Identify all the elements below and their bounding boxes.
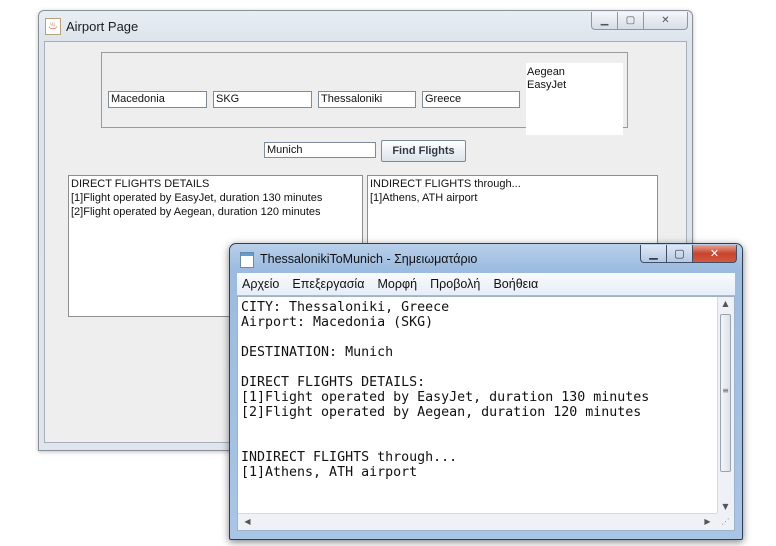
destination-input[interactable]: Munich: [264, 142, 376, 158]
close-button[interactable]: ✕: [644, 12, 688, 30]
menu-view[interactable]: Προβολή: [430, 273, 480, 295]
minimize-icon: ▁: [600, 15, 609, 26]
notepad-minimize-button[interactable]: ▁: [640, 245, 667, 263]
airport-name-field[interactable]: Macedonia: [108, 91, 207, 108]
menu-help[interactable]: Βοήθεια: [493, 273, 538, 295]
notepad-window-title: ThessalonikiToMunich - Σημειωματάριο: [260, 252, 478, 266]
notepad-close-button[interactable]: ✕: [693, 245, 737, 263]
scroll-right-icon[interactable]: ▶: [700, 517, 715, 526]
close-icon: ✕: [709, 247, 720, 260]
airport-window-title: Airport Page: [66, 19, 139, 34]
close-icon: ✕: [661, 15, 670, 26]
resize-grip-icon[interactable]: ⋰: [717, 513, 734, 530]
maximize-button[interactable]: ▢: [618, 12, 644, 30]
menu-format[interactable]: Μορφή: [378, 273, 418, 295]
airline-item[interactable]: Aegean: [527, 66, 623, 79]
java-cup-icon: ♨: [45, 18, 61, 35]
airline-item[interactable]: EasyJet: [527, 79, 623, 92]
notepad-window: ThessalonikiToMunich - Σημειωματάριο ▁ ▢…: [229, 243, 743, 540]
airport-title-bar[interactable]: ♨ Airport Page ▁ ▢ ✕: [39, 11, 692, 41]
notepad-editor[interactable]: CITY: Thessaloniki, Greece Airport: Mace…: [237, 296, 735, 531]
scroll-down-icon[interactable]: ▼: [718, 502, 733, 511]
vertical-scroll-thumb[interactable]: ≡: [720, 314, 731, 472]
notepad-icon: [240, 252, 254, 268]
scroll-left-icon[interactable]: ◀: [240, 517, 255, 526]
find-flights-button[interactable]: Find Flights: [381, 140, 466, 162]
airport-code-field[interactable]: SKG: [213, 91, 312, 108]
city-field[interactable]: Thessaloniki: [318, 91, 416, 108]
notepad-menu-bar: Αρχείο Επεξεργασία Μορφή Προβολή Βοήθεια: [237, 273, 735, 295]
scroll-up-icon[interactable]: ▲: [718, 299, 733, 308]
minimize-icon: ▁: [649, 247, 658, 260]
grip-lines-icon: ≡: [722, 386, 729, 395]
airlines-list[interactable]: Aegean EasyJet: [526, 63, 623, 135]
notepad-maximize-button[interactable]: ▢: [667, 245, 693, 263]
maximize-icon: ▢: [674, 247, 685, 260]
country-field[interactable]: Greece: [422, 91, 520, 108]
menu-file[interactable]: Αρχείο: [242, 273, 279, 295]
minimize-button[interactable]: ▁: [591, 12, 618, 30]
notepad-content[interactable]: CITY: Thessaloniki, Greece Airport: Mace…: [241, 300, 711, 512]
notepad-title-bar[interactable]: ThessalonikiToMunich - Σημειωματάριο ▁ ▢…: [230, 244, 742, 272]
maximize-icon: ▢: [625, 15, 636, 26]
vertical-scrollbar[interactable]: ▲ ≡ ▼: [717, 297, 734, 514]
horizontal-scrollbar[interactable]: ◀ ▶: [238, 513, 717, 530]
airport-info-panel: Macedonia SKG Thessaloniki Greece Aegean…: [101, 52, 628, 135]
menu-edit[interactable]: Επεξεργασία: [292, 273, 364, 295]
